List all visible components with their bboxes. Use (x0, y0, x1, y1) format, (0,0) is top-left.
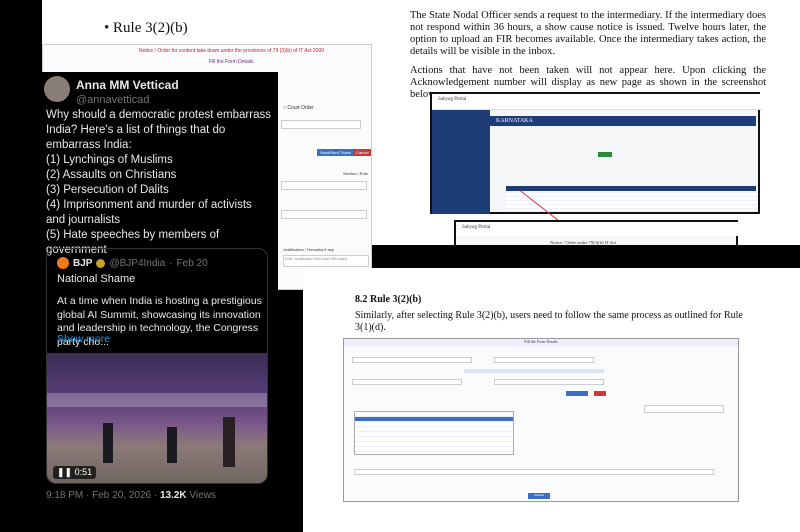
document-nodal-officer: The State Nodal Officer sends a request … (372, 0, 800, 245)
video-player[interactable]: ❚❚ 0:51 (47, 353, 267, 483)
cancel-button[interactable]: Cancel (353, 149, 372, 156)
state-banner: KARNATAKA (490, 116, 756, 126)
dropdown-list[interactable] (354, 411, 514, 455)
section-paragraph: Similarly, after selecting Rule 3(2)(b),… (355, 310, 743, 333)
submit-button[interactable]: Submit (528, 493, 550, 499)
bjp-avatar (57, 257, 69, 269)
quote-title: National Shame (57, 273, 136, 285)
verified-icon (96, 258, 106, 268)
document-rule-8-2: 8.2 Rule 3(2)(b) Similarly, after select… (303, 268, 800, 532)
section-rule-label: Section / Rule (343, 171, 368, 176)
portal-name: Sahyog Portal (438, 97, 467, 102)
quote-author: BJP (73, 257, 93, 269)
notice-title: Notice / Order under 79(3)(b) IT Act (550, 240, 617, 245)
tweet-card: Anna MM Vetticad @annavetticad Why shoul… (36, 72, 278, 532)
quote-handle: @BJP4India (109, 257, 166, 269)
justification-input[interactable]: Enter Justification Here (max 500 chars) (283, 255, 369, 267)
rule-bullet: • Rule 3(2)(b) (104, 20, 188, 36)
section-heading: 8.2 Rule 3(2)(b) (355, 294, 422, 305)
quote-header: BJP @BJP4India · Feb 20 (57, 257, 208, 269)
form-screenshot: Fill the Form Details Submit (343, 338, 739, 502)
send-button[interactable]: Send/Sent Thank (317, 149, 354, 156)
author-name[interactable]: Anna MM Vetticad (76, 78, 179, 92)
quoted-tweet[interactable]: BJP @BJP4India · Feb 20 National Shame At… (46, 248, 268, 484)
justification-label: Justification / Remarks if any (283, 247, 334, 252)
views-count: 13.2K (159, 490, 187, 501)
portal-screenshot: Sahyog Portal KARNATAKA (430, 92, 762, 244)
notice-screenshot: Sahyog Portal Notice / Order under 79(3)… (454, 220, 740, 245)
paragraph-nodal: The State Nodal Officer sends a request … (410, 10, 766, 57)
avatar[interactable] (44, 76, 70, 102)
tweet-meta: 9:18 PM · Feb 20, 2026 · 13.2K Views (46, 490, 216, 501)
author-handle[interactable]: @annavetticad (76, 94, 150, 106)
form-subtitle: Fill the Form Details (209, 59, 254, 65)
video-duration: ❚❚ 0:51 (53, 466, 97, 479)
pause-icon: ❚❚ (57, 467, 73, 477)
quote-date: Feb 20 (176, 257, 208, 269)
form-title: Notice / Order for content take down und… (139, 48, 325, 54)
tweet-text: Why should a democratic protest embarras… (46, 109, 271, 256)
form-title: Fill the Form Details (344, 339, 738, 347)
search-button[interactable] (598, 152, 612, 157)
show-more-link[interactable]: Show more (57, 333, 110, 345)
court-order-option[interactable]: ○ Court Order (283, 105, 314, 111)
